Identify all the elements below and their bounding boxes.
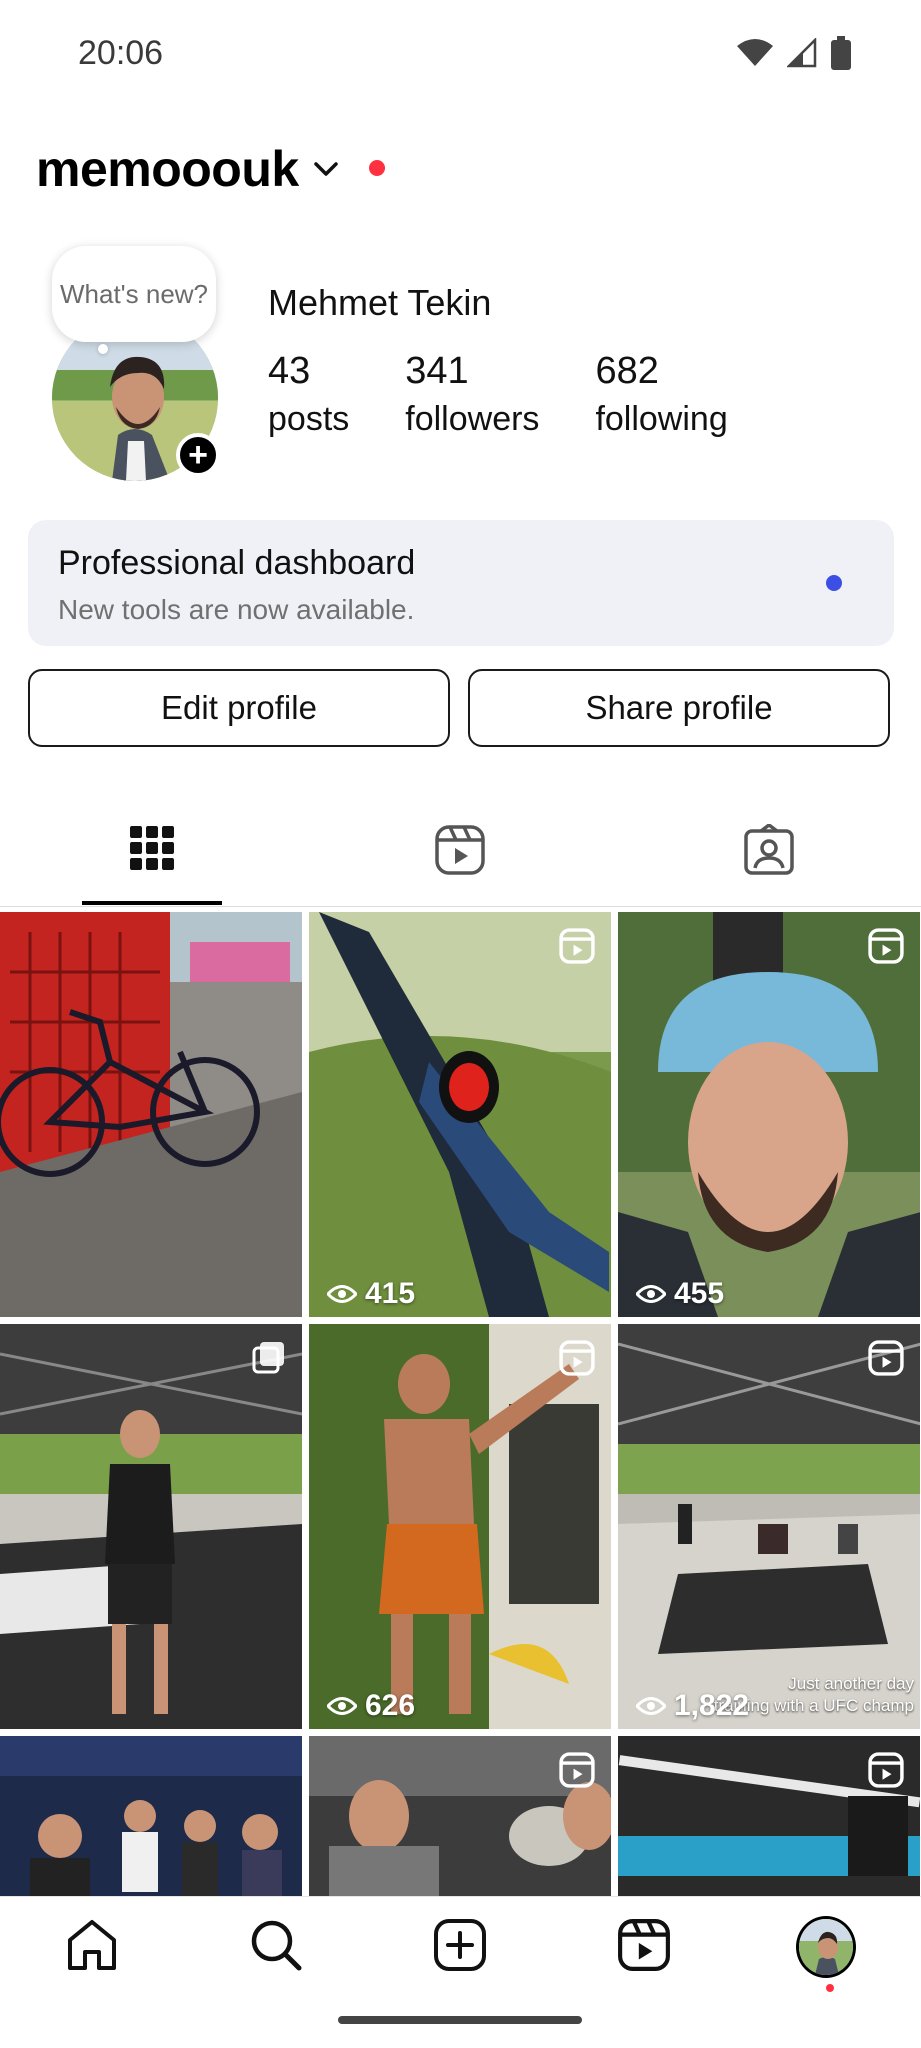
view-count-value: 626: [365, 1689, 416, 1722]
eye-icon: [636, 1695, 666, 1717]
nav-profile[interactable]: [796, 1916, 856, 1978]
full-name: Mehmet Tekin: [268, 282, 492, 323]
tagged-icon: [743, 822, 795, 880]
chevron-down-icon[interactable]: [313, 161, 339, 184]
grid-post-5[interactable]: 626: [309, 1324, 611, 1729]
view-count: 1,822: [636, 1689, 749, 1723]
stat-value: 341: [405, 350, 469, 392]
stat-posts[interactable]: 43 posts: [268, 348, 349, 444]
grid-icon: [130, 826, 174, 876]
eye-icon: [327, 1695, 357, 1717]
stat-followers[interactable]: 341 followers: [405, 348, 539, 444]
search-icon: [249, 1918, 303, 1977]
bottom-nav: [0, 1896, 921, 2048]
profile-avatar-icon: [796, 1916, 856, 1978]
grid-post-2[interactable]: 415: [309, 912, 611, 1317]
grid-post-6[interactable]: Just another day training with a UFC cha…: [618, 1324, 920, 1729]
dashboard-subtitle: New tools are now available.: [58, 594, 415, 625]
share-profile-button[interactable]: Share profile: [468, 669, 890, 747]
create-icon: [433, 1918, 487, 1977]
dashboard-new-dot: [826, 575, 842, 591]
username[interactable]: memooouk: [36, 140, 299, 198]
grid-post-4[interactable]: [0, 1324, 302, 1729]
reels-icon: [617, 1918, 671, 1977]
nav-search[interactable]: [246, 1917, 306, 1977]
profile-notification-dot: [826, 1984, 834, 1992]
view-count-value: 415: [365, 1277, 416, 1310]
eye-icon: [327, 1283, 357, 1305]
add-story-button[interactable]: +: [176, 433, 220, 477]
nav-create[interactable]: [430, 1917, 490, 1977]
view-count-value: 455: [674, 1277, 725, 1310]
stat-value: 43: [268, 350, 311, 392]
view-count: 455: [636, 1277, 724, 1311]
note-bubble-tail: [98, 344, 108, 354]
reel-badge-icon: [559, 1340, 595, 1376]
status-bar: 20:06: [0, 0, 921, 115]
reel-badge-icon: [868, 928, 904, 964]
grid-post-1[interactable]: [0, 912, 302, 1317]
signal-icon: [785, 36, 817, 73]
reel-badge-icon: [868, 1752, 904, 1788]
profile-header: memooouk: [36, 140, 385, 198]
stat-label: followers: [405, 400, 540, 438]
view-count-value: 1,822: [674, 1689, 750, 1722]
tab-grid[interactable]: [130, 824, 174, 877]
home-indicator[interactable]: [338, 2016, 582, 2024]
view-count: 626: [327, 1689, 415, 1723]
status-time: 20:06: [78, 34, 164, 72]
profile-screen: 20:06 memooouk + What's new? Mehmet Teki…: [0, 0, 921, 2048]
reels-icon: [434, 825, 486, 880]
carousel-icon: [252, 1340, 286, 1374]
home-icon: [65, 1918, 119, 1977]
eye-icon: [636, 1283, 666, 1305]
profile-tabs: [0, 800, 921, 907]
wifi-icon: [737, 38, 773, 73]
view-count: 415: [327, 1277, 415, 1311]
battery-icon: [831, 36, 851, 75]
stat-value: 682: [595, 350, 659, 392]
note-bubble-text: What's new?: [59, 279, 209, 309]
stat-label: posts: [268, 400, 350, 438]
stat-following[interactable]: 682 following: [595, 348, 727, 444]
tab-tagged[interactable]: [743, 822, 795, 881]
notification-dot: [368, 160, 385, 176]
edit-profile-button[interactable]: Edit profile: [28, 669, 450, 747]
note-bubble[interactable]: What's new?: [52, 246, 216, 342]
tab-reels[interactable]: [434, 824, 486, 881]
stat-label: following: [595, 400, 728, 438]
professional-dashboard[interactable]: Professional dashboard New tools are now…: [28, 520, 894, 646]
nav-home[interactable]: [62, 1917, 122, 1977]
reel-badge-icon: [559, 928, 595, 964]
nav-reels[interactable]: [614, 1917, 674, 1977]
reel-badge-icon: [559, 1752, 595, 1788]
active-tab-indicator: [82, 901, 222, 905]
dashboard-title: Professional dashboard: [58, 544, 416, 582]
profile-stats: 43 posts 341 followers 682 following: [268, 348, 784, 444]
status-icons: [737, 36, 851, 75]
reel-badge-icon: [868, 1340, 904, 1376]
grid-post-3[interactable]: 455: [618, 912, 920, 1317]
